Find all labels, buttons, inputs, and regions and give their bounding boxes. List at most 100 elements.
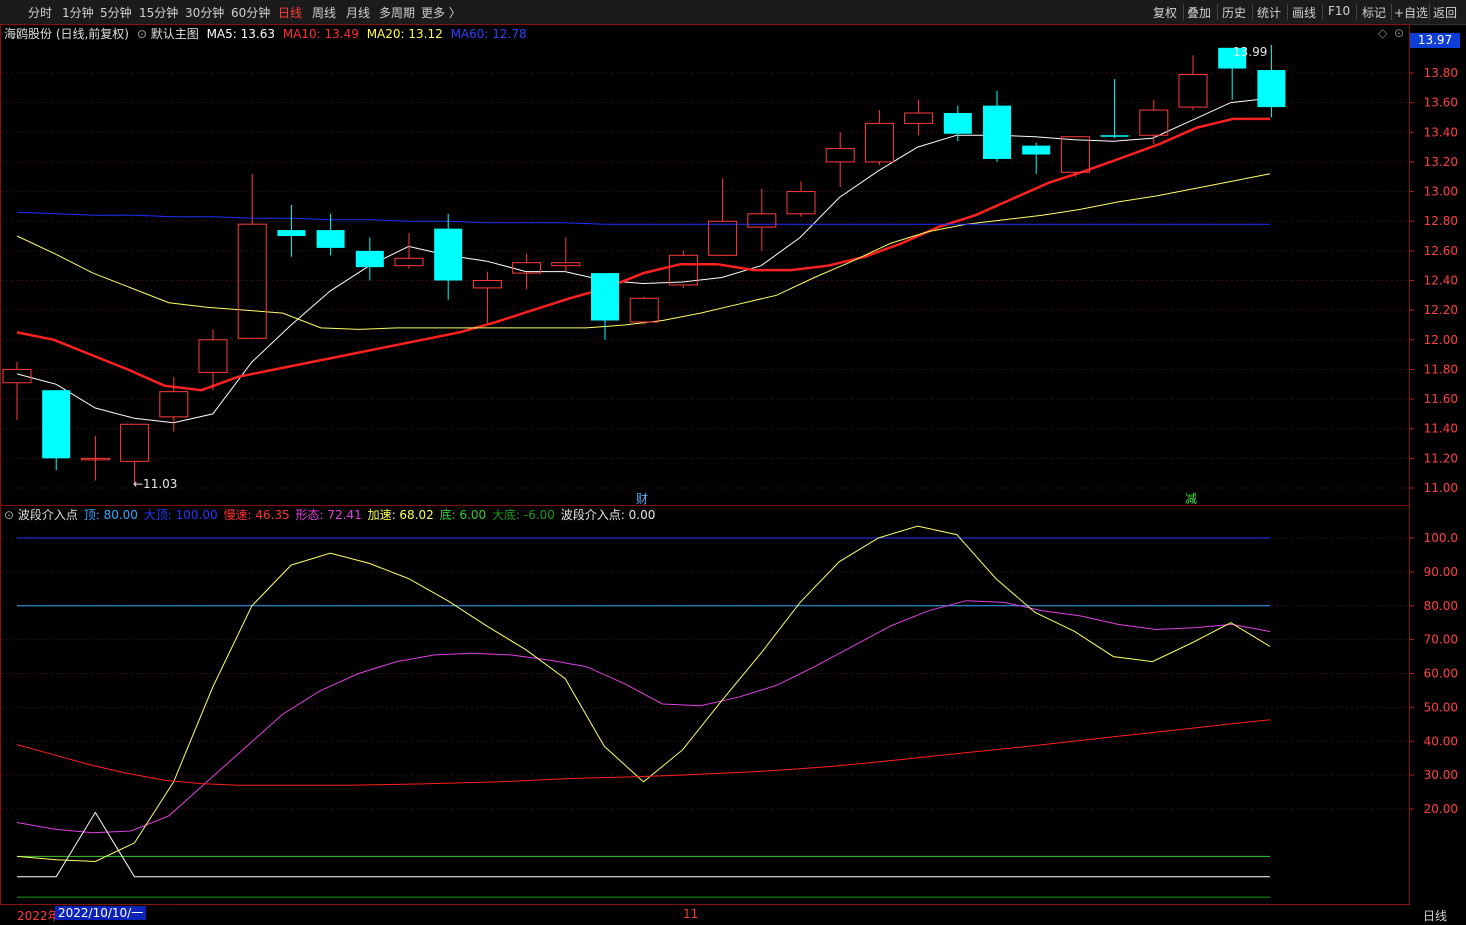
candle [983, 90, 1011, 162]
indicator-tick-label: 40.00 [1424, 734, 1458, 748]
indicator-info: ⊙ 波段介入点 顶: 80.00 大顶: 100.00 慢速: 46.35 形态… [4, 506, 655, 523]
ma5-value: MA5: 13.63 [206, 27, 275, 41]
indicator-tick-label: 20.00 [1424, 802, 1458, 816]
indicator-line [17, 811, 1270, 878]
month-label: 11 [683, 907, 699, 921]
candle-body-down [1257, 70, 1286, 108]
candle-body-up [472, 280, 502, 289]
candle-body-down [42, 390, 71, 459]
candle-body-up [551, 262, 581, 267]
price-tick-label: 13.40 [1424, 125, 1458, 139]
candle-body-up [198, 339, 228, 373]
finance-marker[interactable]: 财 [636, 490, 648, 507]
diamond-icon[interactable]: ◇ [1378, 26, 1387, 40]
candle [355, 237, 384, 281]
candle [629, 296, 659, 325]
candle [80, 436, 110, 481]
indicator-name[interactable]: 波段介入点 [18, 508, 78, 522]
indicator-tick-label: 30.00 [1424, 768, 1458, 782]
stock-name[interactable]: 海鸥股份 (日线,前复权) [4, 27, 129, 41]
candle-body-down [591, 273, 619, 321]
candle [237, 173, 267, 339]
indicator-tick-label: 50.00 [1424, 700, 1458, 714]
settings-circle-icon[interactable]: ⊙ [1394, 26, 1404, 40]
price-tick-label: 13.20 [1424, 155, 1458, 169]
candle-body-down [1100, 135, 1129, 137]
candle-body-up [629, 297, 659, 323]
candle-body-up [864, 122, 894, 163]
price-tick-label: 13.80 [1424, 66, 1458, 80]
high-price-label: 13.99 [1233, 45, 1268, 59]
price-tick-label: 12.60 [1424, 244, 1458, 258]
template-name[interactable]: 默认主图 [151, 27, 199, 41]
indicator-lines [16, 525, 1271, 878]
indicator-axis-ticks: 100.0 90.00 80.00 70.00 60.00 50.00 40.00 30.00… [1409, 531, 1458, 816]
price-tick-label: 12.20 [1424, 303, 1458, 317]
ma10-line [16, 117, 1270, 392]
main-grid [1, 72, 1409, 810]
candle [551, 237, 581, 272]
cursor-date-box: 2022/10/10/一 [55, 906, 147, 920]
date-axis-bar: 2022年 11 日线 [0, 905, 1466, 925]
candle [472, 271, 502, 324]
moving-average-lines [16, 97, 1271, 424]
candle [708, 178, 738, 256]
candle-body-down [434, 228, 463, 281]
price-tick-label: 11.40 [1424, 422, 1458, 436]
period-indicator[interactable]: 日线 [1423, 907, 1447, 924]
candle [42, 390, 71, 471]
indicator-tick-label: 60.00 [1424, 667, 1458, 681]
indicator-line [16, 600, 1271, 834]
candle [747, 188, 777, 251]
template-selector-icon[interactable]: ⊙ [137, 27, 147, 41]
indicator-tick-label: 80.00 [1424, 599, 1458, 613]
year-label: 2022年 [17, 909, 60, 923]
price-tick-label: 13.00 [1424, 185, 1458, 199]
indicator-bottom: 底: 6.00 [439, 508, 487, 522]
indicator-tick-label: 100.0 [1424, 531, 1458, 545]
candle [1178, 55, 1208, 111]
current-price-box: 13.97 [1410, 33, 1460, 48]
indicator-slow: 慢速: 46.35 [223, 508, 290, 522]
price-tick-label: 11.00 [1424, 481, 1458, 495]
candle-body-down [983, 105, 1011, 159]
indicator-tick-label: 90.00 [1424, 565, 1458, 579]
candle-body-up [237, 223, 267, 339]
price-axis-ticks: 13.80 13.60 13.40 13.20 13.00 12.80 12.60 12.40… [1409, 66, 1458, 495]
ma5-line [16, 97, 1271, 424]
reduce-marker[interactable]: 减 [1185, 490, 1197, 507]
price-tick-label: 11.60 [1424, 392, 1458, 406]
candle [943, 105, 972, 142]
candle [120, 423, 150, 484]
candle [1022, 142, 1051, 174]
candle [591, 273, 619, 340]
indicator-settings-icon[interactable]: ⊙ [4, 508, 14, 522]
candle-body-down [355, 250, 384, 268]
candle-body-up [825, 148, 855, 163]
indicator-fast: 加速: 68.02 [367, 508, 434, 522]
candle-body-up [747, 213, 777, 228]
low-price-label: ←11.03 [133, 477, 178, 491]
ma60-value: MA60: 12.78 [450, 27, 527, 41]
indicator-tick-label: 70.00 [1424, 633, 1458, 647]
price-tick-label: 12.40 [1424, 274, 1458, 288]
candle [864, 110, 894, 165]
price-tick-label: 13.60 [1424, 96, 1458, 110]
indicator-top: 顶: 80.00 [83, 508, 138, 522]
candle-body-up [394, 257, 424, 267]
main-chart-info: 海鸥股份 (日线,前复权) ⊙ 默认主图 MA5: 13.63 MA10: 13… [4, 25, 527, 42]
candle-body-up [904, 112, 934, 124]
indicator-big-top: 大顶: 100.00 [143, 508, 218, 522]
price-tick-label: 12.80 [1424, 214, 1458, 228]
candle [277, 204, 306, 257]
candle [2, 362, 32, 420]
chart-canvas[interactable]: 13.80 13.60 13.40 13.20 13.00 12.80 12.60 12.40… [0, 0, 1466, 925]
candle-body-up [159, 391, 189, 418]
indicator-entry: 波段介入点: 0.00 [560, 508, 656, 522]
candle [434, 213, 463, 300]
ma10-value: MA10: 13.49 [282, 27, 359, 41]
candle-body-down [943, 113, 972, 134]
candle-body-up [786, 191, 816, 215]
indicator-reference-lines [17, 537, 1270, 898]
candle [786, 181, 816, 217]
